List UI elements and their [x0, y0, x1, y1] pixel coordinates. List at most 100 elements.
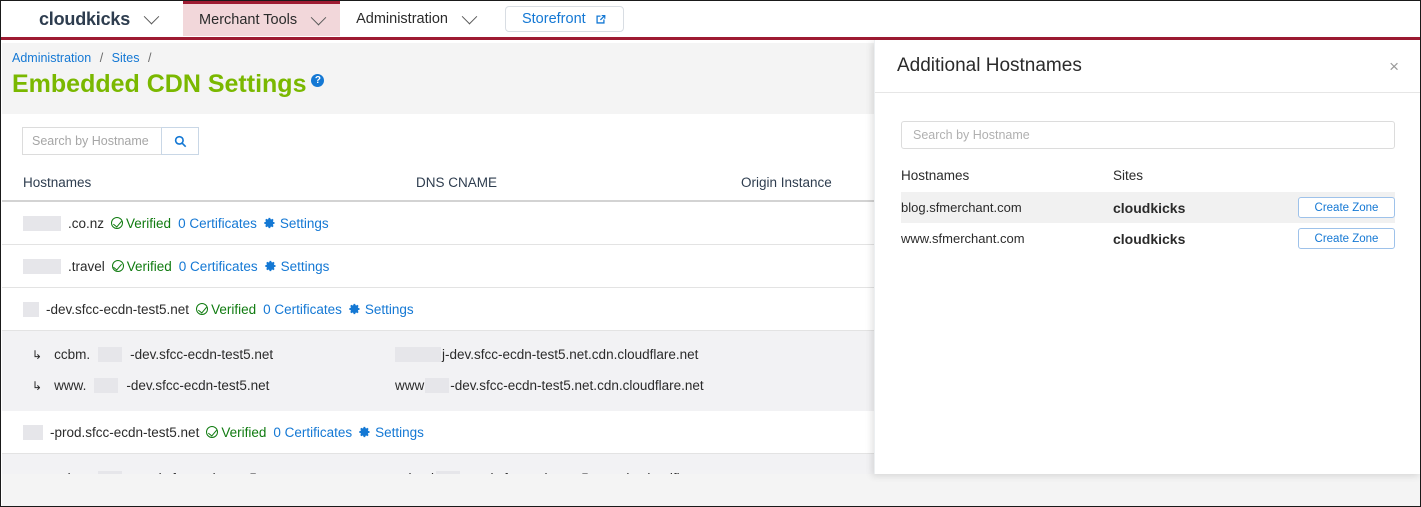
- panel-table-row[interactable]: blog.sfmerchant.com cloudkicks Create Zo…: [901, 192, 1395, 223]
- settings-label: Settings: [280, 258, 330, 274]
- status-badge: Verified: [206, 425, 266, 440]
- hostname-text: -prod.sfcc-ecdn-test5.net: [50, 424, 200, 440]
- panel-hostname-cell: blog.sfmerchant.com: [901, 200, 1022, 215]
- storefront-button[interactable]: Storefront: [504, 6, 624, 32]
- check-circle-icon: [206, 426, 219, 438]
- status-badge: Verified: [111, 258, 172, 274]
- search-input[interactable]: [22, 127, 161, 155]
- page-bottom-area: [2, 474, 1420, 506]
- nav-item-merchant-tools[interactable]: Merchant Tools: [183, 1, 341, 36]
- sub-arrow-icon: ↳: [32, 378, 43, 393]
- redaction-block: [23, 258, 61, 274]
- redaction-block: [395, 347, 441, 362]
- redaction-block: [94, 378, 119, 393]
- hostname-search-bar: [22, 127, 199, 155]
- status-text: Verified: [211, 301, 257, 317]
- certificates-link[interactable]: 0 Certificates: [179, 259, 258, 274]
- breadcrumb-separator: /: [147, 51, 152, 65]
- nav-item-administration[interactable]: Administration: [340, 1, 491, 37]
- sub-arrow-icon: ↳: [32, 347, 43, 362]
- chevron-down-icon: [143, 8, 160, 24]
- sub-hostname-text: -dev.sfcc-ecdn-test5.net: [130, 347, 274, 362]
- settings-link[interactable]: Settings: [349, 302, 414, 317]
- redaction-block: [23, 424, 43, 440]
- redaction-block: [23, 301, 39, 317]
- breadcrumb-separator: /: [99, 51, 104, 65]
- column-header-dns-cname: DNS CNAME: [416, 175, 498, 190]
- hostname-cell: -prod.sfcc-ecdn-test5.net Verified 0 Cer…: [23, 424, 424, 440]
- cname-prefix: www: [395, 378, 425, 393]
- column-header-hostnames: Hostnames: [23, 175, 92, 190]
- panel-header: Additional Hostnames ×: [875, 40, 1420, 93]
- sub-hostname-prefix: ccbm.: [54, 347, 91, 362]
- panel-site-cell: cloudkicks: [1113, 230, 1186, 247]
- gear-icon: [264, 217, 275, 229]
- sub-hostname-text: -dev.sfcc-ecdn-test5.net: [126, 378, 270, 393]
- hostname-cell: .travel Verified 0 Certificates Settings: [23, 258, 416, 274]
- top-navigation-bar: cloudkicks Merchant Tools Administration…: [1, 1, 1420, 40]
- breadcrumb-item-sites[interactable]: Sites: [112, 51, 140, 65]
- external-link-icon: [596, 14, 606, 24]
- redaction-block: [98, 347, 123, 362]
- hostname-text: -dev.sfcc-ecdn-test5.net: [46, 301, 190, 317]
- chevron-down-icon: [461, 8, 478, 24]
- create-zone-button[interactable]: Create Zone: [1298, 228, 1395, 249]
- status-text: Verified: [126, 258, 172, 274]
- panel-hostname-cell: www.sfmerchant.com: [901, 231, 1025, 246]
- settings-link[interactable]: Settings: [264, 258, 330, 274]
- certificates-link[interactable]: 0 Certificates: [273, 425, 352, 440]
- cname-text: -dev.sfcc-ecdn-test5.net.cdn.cloudflare.…: [450, 378, 704, 393]
- chevron-down-icon: [310, 9, 327, 25]
- certificates-link[interactable]: 0 Certificates: [263, 302, 342, 317]
- gear-icon: [359, 426, 370, 438]
- brand-logo: cloudkicks: [39, 8, 131, 29]
- gear-icon: [349, 303, 360, 315]
- panel-title: Additional Hostnames: [897, 55, 1082, 76]
- nav-item-cloudkicks[interactable]: cloudkicks: [1, 1, 183, 37]
- nav-item-label: Administration: [356, 11, 448, 27]
- hostname-text: .co.nz: [68, 215, 105, 231]
- gear-icon: [264, 260, 276, 272]
- hostname-cell: .co.nz Verified 0 Certificates Settings: [23, 215, 416, 231]
- hostname-cell: ↳ www. -dev.sfcc-ecdn-test5.net: [32, 378, 395, 393]
- status-badge: Verified: [111, 216, 171, 231]
- cname-cell: www -dev.sfcc-ecdn-test5.net.cdn.cloudfl…: [395, 378, 720, 393]
- settings-label: Settings: [375, 424, 424, 440]
- help-circle-icon[interactable]: ?: [311, 74, 325, 87]
- close-icon[interactable]: ×: [1385, 56, 1403, 77]
- cname-text: j-dev.sfcc-ecdn-test5.net.cdn.cloudflare…: [442, 347, 699, 362]
- panel-column-header-hostnames: Hostnames: [901, 167, 970, 183]
- check-circle-icon: [111, 217, 124, 229]
- app-window: cloudkicks Merchant Tools Administration…: [0, 0, 1421, 507]
- panel-body: Hostnames Sites blog.sfmerchant.com clou…: [875, 93, 1420, 254]
- status-text: Verified: [221, 424, 267, 440]
- redaction-block: [23, 215, 61, 231]
- check-circle-icon: [111, 260, 124, 272]
- additional-hostnames-panel: Additional Hostnames × Hostnames Sites b…: [874, 40, 1420, 474]
- redaction-block: [425, 378, 450, 393]
- hostname-text: .travel: [68, 258, 105, 274]
- panel-table-row[interactable]: www.sfmerchant.com cloudkicks Create Zon…: [901, 223, 1395, 254]
- settings-link[interactable]: Settings: [359, 425, 424, 440]
- hostname-cell: -dev.sfcc-ecdn-test5.net Verified 0 Cert…: [23, 301, 416, 317]
- panel-table-header: Hostnames Sites: [901, 158, 1395, 192]
- panel-column-header-sites: Sites: [1113, 167, 1144, 183]
- settings-link[interactable]: Settings: [264, 216, 329, 231]
- cname-cell: j-dev.sfcc-ecdn-test5.net.cdn.cloudflare…: [395, 347, 720, 362]
- search-button[interactable]: [161, 127, 199, 155]
- create-zone-button[interactable]: Create Zone: [1298, 197, 1395, 218]
- status-badge: Verified: [196, 302, 256, 317]
- certificates-link[interactable]: 0 Certificates: [178, 216, 257, 231]
- check-circle-icon: [196, 303, 209, 315]
- nav-item-label: Merchant Tools: [199, 12, 298, 28]
- hostname-cell: ↳ ccbm. -dev.sfcc-ecdn-test5.net: [32, 347, 395, 362]
- search-icon: [174, 135, 186, 147]
- storefront-label: Storefront: [521, 11, 586, 27]
- panel-site-cell: cloudkicks: [1113, 199, 1186, 216]
- panel-search-input[interactable]: [901, 121, 1395, 149]
- breadcrumb-item-administration[interactable]: Administration: [12, 51, 91, 65]
- status-text: Verified: [126, 215, 172, 231]
- page-title: Embedded CDN Settings: [12, 70, 307, 98]
- settings-label: Settings: [364, 301, 414, 317]
- settings-label: Settings: [279, 215, 329, 231]
